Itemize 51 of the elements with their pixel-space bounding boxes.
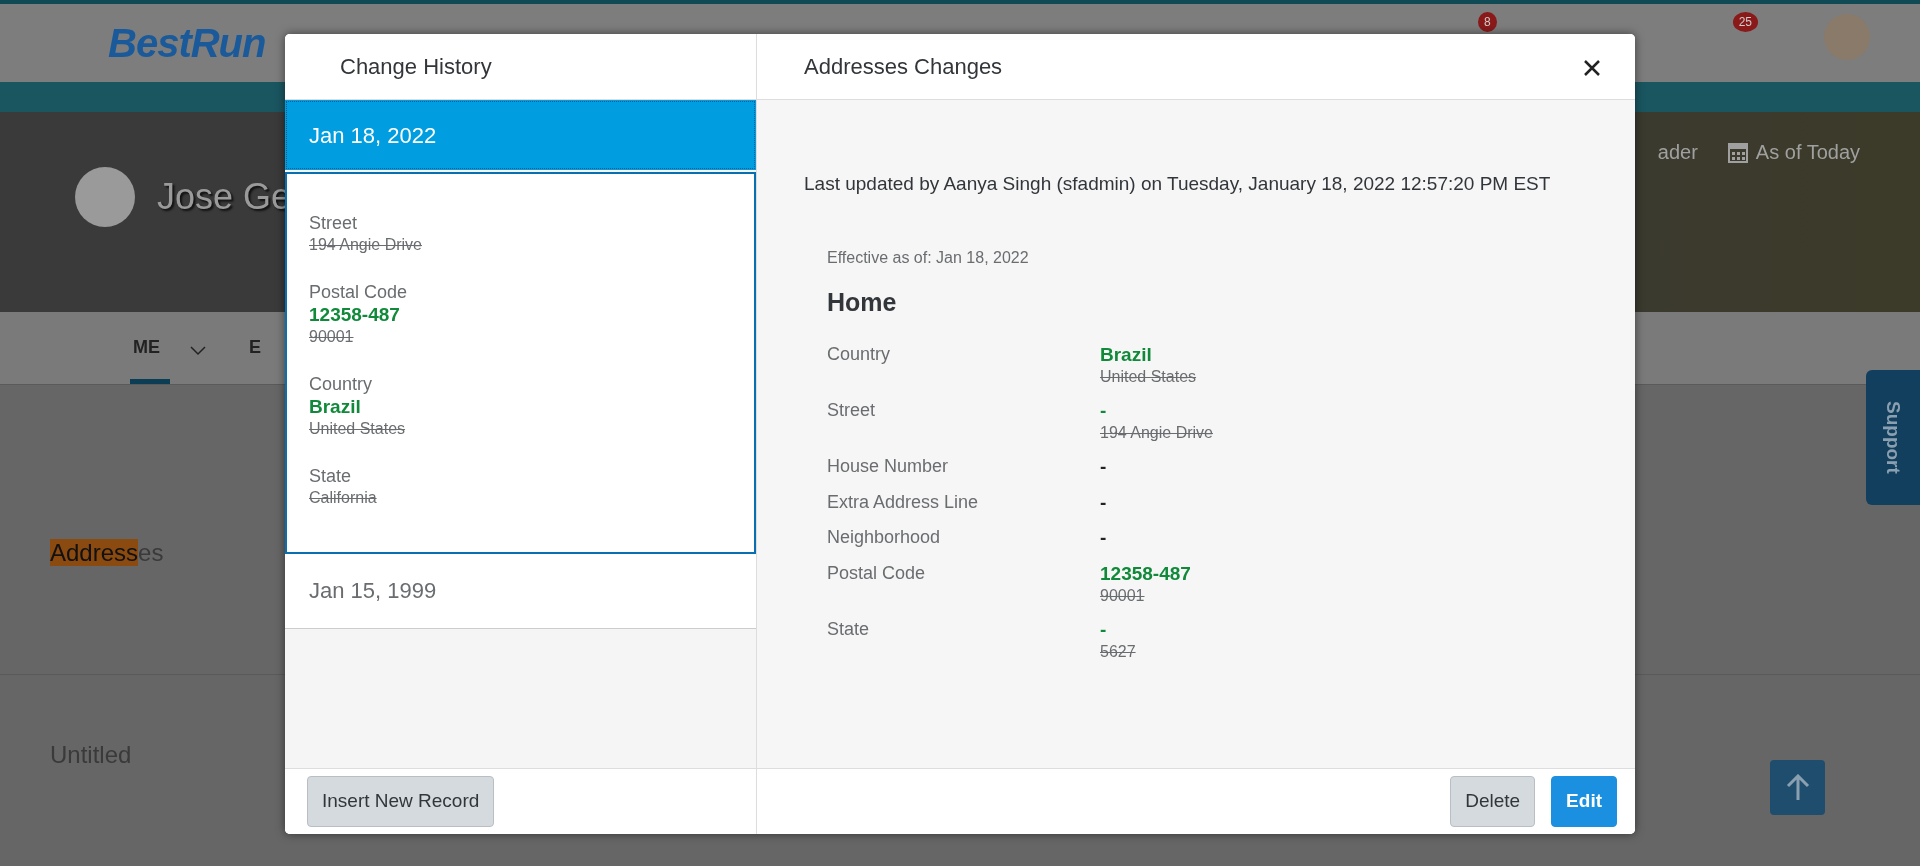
address-type-heading: Home xyxy=(827,286,898,318)
field-value: - xyxy=(1100,399,1108,423)
notification-badge: 25 xyxy=(1732,12,1758,32)
panel-title: Addresses Changes xyxy=(804,53,1003,81)
old-value: United States xyxy=(1100,367,1197,387)
field-value: - xyxy=(1100,526,1107,550)
field-label: State xyxy=(827,617,871,641)
avatar xyxy=(75,167,135,227)
edit-button[interactable]: Edit xyxy=(1551,776,1617,827)
history-item[interactable]: Jan 18, 2022 xyxy=(285,100,756,170)
last-updated-text: Last updated by Aanya Singh (sfadmin) on Tuesday, January 18, 2022 12:57:20 PM EST xyxy=(804,172,1552,196)
old-value: 5627 xyxy=(1100,641,1136,662)
field-label: Street xyxy=(309,212,359,235)
notification-badge: 8 xyxy=(1477,12,1497,32)
effective-date: Effective as of: Jan 18, 2022 xyxy=(827,247,1030,268)
new-value: Brazil xyxy=(309,395,362,419)
chevron-down-icon[interactable] xyxy=(190,346,206,356)
field-value: - xyxy=(1100,454,1107,479)
support-tab[interactable]: Support xyxy=(1866,370,1920,505)
new-value: 12358-487 xyxy=(309,303,401,327)
old-value: 90001 xyxy=(309,326,355,347)
field-label: Extra Address Line xyxy=(827,490,980,514)
old-value: United States xyxy=(309,419,407,439)
field-label: Country xyxy=(309,372,374,396)
field-value: - xyxy=(1100,617,1108,642)
old-value: 90001 xyxy=(1100,585,1146,606)
field-value: Brazil xyxy=(1100,343,1153,367)
nav-tab[interactable]: E xyxy=(246,334,271,384)
field-label: Postal Code xyxy=(827,562,927,585)
field-label: Street xyxy=(827,399,877,422)
nav-tab[interactable]: ME xyxy=(130,334,170,384)
insert-record-button[interactable]: Insert New Record xyxy=(307,776,495,827)
date-picker-link[interactable]: As of Today xyxy=(1755,137,1860,167)
header-link[interactable]: ader xyxy=(1657,137,1698,167)
field-label: State xyxy=(309,465,353,488)
field-label: Country xyxy=(827,343,892,367)
field-label: House Number xyxy=(827,454,950,478)
scroll-top-button[interactable] xyxy=(1770,760,1825,815)
field-value: - xyxy=(1100,490,1107,515)
field-value: 12358-487 xyxy=(1100,562,1191,586)
close-icon xyxy=(1583,59,1601,78)
old-value: 194 Angie Drive xyxy=(309,234,423,255)
old-value: California xyxy=(309,487,378,508)
panel-title: Change History xyxy=(340,53,492,81)
history-item[interactable]: Jan 15, 1999 xyxy=(285,553,756,629)
field-label: Neighborhood xyxy=(827,526,942,550)
delete-button[interactable]: Delete xyxy=(1450,776,1536,827)
field-label: Postal Code xyxy=(309,280,409,303)
old-value: 194 Angie Drive xyxy=(1100,422,1213,443)
calendar-icon xyxy=(1727,141,1748,163)
arrow-up-icon xyxy=(1785,773,1810,802)
